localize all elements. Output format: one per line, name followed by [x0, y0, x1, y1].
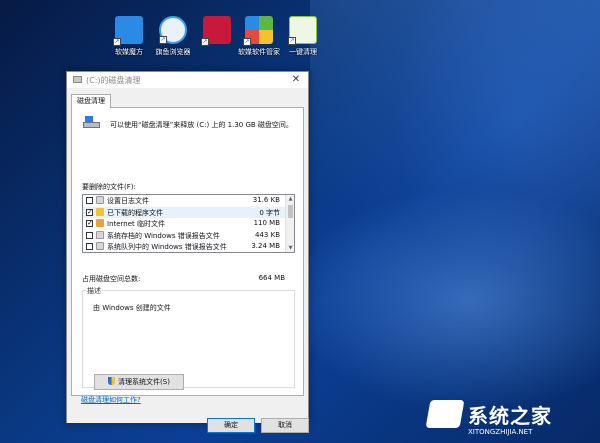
file-name: 已下载的程序文件 [107, 208, 163, 217]
description-text: 由 Windows 创建的文件 [93, 304, 171, 312]
list-item[interactable]: ✓ Internet 临时文件 110 MB [83, 218, 294, 230]
shortcut-arrow-icon: ↗ [243, 38, 251, 46]
desktop-icon-label: 软媒魔方 [115, 48, 143, 56]
disk-cleanup-icon [73, 76, 82, 83]
checkbox[interactable] [86, 197, 93, 204]
shortcut-arrow-icon: ↗ [159, 36, 167, 44]
scroll-down-icon[interactable]: ▼ [286, 244, 294, 252]
watermark: 系统之家 XITONGZHIJIA.NET [425, 398, 598, 440]
file-size: 0 字节 [259, 208, 280, 217]
sailfish-icon: ↗ [159, 16, 187, 44]
window-title: (C:)的磁盘清理 [86, 76, 141, 85]
desktop: { "desktop": { "icons": [ {"label": "软媒魔… [0, 0, 600, 443]
shortcut-arrow-icon: ↗ [201, 38, 209, 46]
checkbox[interactable] [86, 231, 93, 239]
desktop-icon-software-manager[interactable]: ↗ 软媒软件管家 [236, 16, 282, 57]
uac-shield-icon [108, 377, 116, 385]
list-item[interactable]: 系统存档的 Windows 错误报告文件 443 KB [83, 230, 294, 242]
scroll-up-icon[interactable]: ▲ [286, 195, 294, 203]
tab-disk-cleanup[interactable]: 磁盘清理 [71, 94, 111, 108]
dialog-body: 磁盘清理 可以使用“磁盘清理”来释放 (C:) 上的 1.30 GB 磁盘空间。… [67, 88, 309, 433]
broom-icon: ↗ [288, 16, 317, 45]
files-to-delete-label: 要删除的文件(F): [82, 183, 136, 191]
intro-text: 可以使用“磁盘清理”来释放 (C:) 上的 1.30 GB 磁盘空间。 [110, 121, 293, 129]
cancel-button[interactable]: 取消 [261, 418, 309, 433]
lock-icon [96, 219, 104, 228]
cube-icon: ↗ [113, 16, 143, 46]
file-name: 系统存档的 Windows 错误报告文件 [107, 231, 220, 240]
red-app-icon: ↗ [201, 16, 231, 46]
desktop-icon-browser[interactable]: ↗ 旗鱼浏览器 [150, 16, 196, 57]
close-button[interactable]: ✕ [290, 74, 302, 86]
watermark-text: 系统之家 [468, 404, 552, 428]
software-manager-icon: ↗ [243, 16, 273, 46]
desktop-icon-label: 软媒软件管家 [238, 48, 280, 56]
total-space-label: 占用磁盘空间总数: [82, 275, 141, 283]
file-size: 443 KB [255, 230, 280, 239]
list-item[interactable]: 系统队列中的 Windows 错误报告文件 3.24 MB [83, 241, 294, 252]
list-item[interactable]: 设置日志文件 31.6 KB [83, 195, 294, 207]
title-bar[interactable]: (C:)的磁盘清理 ✕ [67, 72, 308, 88]
watermark-url: XITONGZHIJIA.NET [468, 428, 533, 436]
drive-icon [83, 116, 100, 128]
watermark-logo [425, 400, 465, 428]
description-legend: 描述 [86, 286, 102, 296]
desktop-icon-label: 旗鱼浏览器 [155, 48, 191, 56]
checkbox[interactable] [86, 243, 93, 251]
tab-panel: 可以使用“磁盘清理”来释放 (C:) 上的 1.30 GB 磁盘空间。 要删除的… [71, 107, 304, 396]
file-size: 3.24 MB [251, 242, 280, 251]
checkbox[interactable]: ✓ [86, 208, 93, 216]
clean-system-files-button[interactable]: 清理系统文件(S) [94, 374, 184, 390]
desktop-icon-rmmf[interactable]: ↗ 软媒魔方 [106, 16, 152, 57]
disk-cleanup-window: (C:)的磁盘清理 ✕ 磁盘清理 可以使用“磁盘清理”来释放 (C:) 上的 1… [66, 71, 309, 433]
help-link[interactable]: 磁盘清理如何工作? [81, 395, 141, 405]
shortcut-arrow-icon: ↗ [113, 38, 121, 46]
file-name: 设置日志文件 [107, 197, 149, 205]
file-size: 31.6 KB [252, 196, 280, 204]
file-icon [96, 242, 104, 251]
shortcut-arrow-icon: ↗ [288, 37, 296, 45]
list-item[interactable]: ✓ 已下载的程序文件 0 字节 [83, 206, 294, 219]
file-name: Internet 临时文件 [107, 220, 166, 229]
files-list[interactable]: 设置日志文件 31.6 KB ✓ 已下载的程序文件 0 字节 ✓ Interne… [82, 194, 295, 253]
file-icon [96, 230, 104, 239]
desktop-icon-red-app[interactable]: ↗ [194, 16, 240, 48]
scroll-thumb[interactable] [288, 205, 293, 218]
file-size: 110 MB [253, 219, 280, 228]
desktop-icon-label: 一键清理 [289, 48, 317, 56]
ok-button[interactable]: 确定 [207, 418, 255, 433]
total-space-value: 664 MB [258, 274, 285, 282]
wallpaper-light-beam [310, 0, 600, 443]
file-name: 系统队列中的 Windows 错误报告文件 [107, 243, 227, 252]
scrollbar[interactable]: ▲ ▼ [285, 195, 294, 252]
file-icon [96, 196, 104, 204]
checkbox[interactable]: ✓ [86, 220, 93, 228]
clean-system-files-label: 清理系统文件(S) [118, 378, 170, 386]
desktop-icon-one-click-clean[interactable]: ↗ 一键清理 [280, 16, 326, 57]
folder-icon [96, 207, 104, 216]
